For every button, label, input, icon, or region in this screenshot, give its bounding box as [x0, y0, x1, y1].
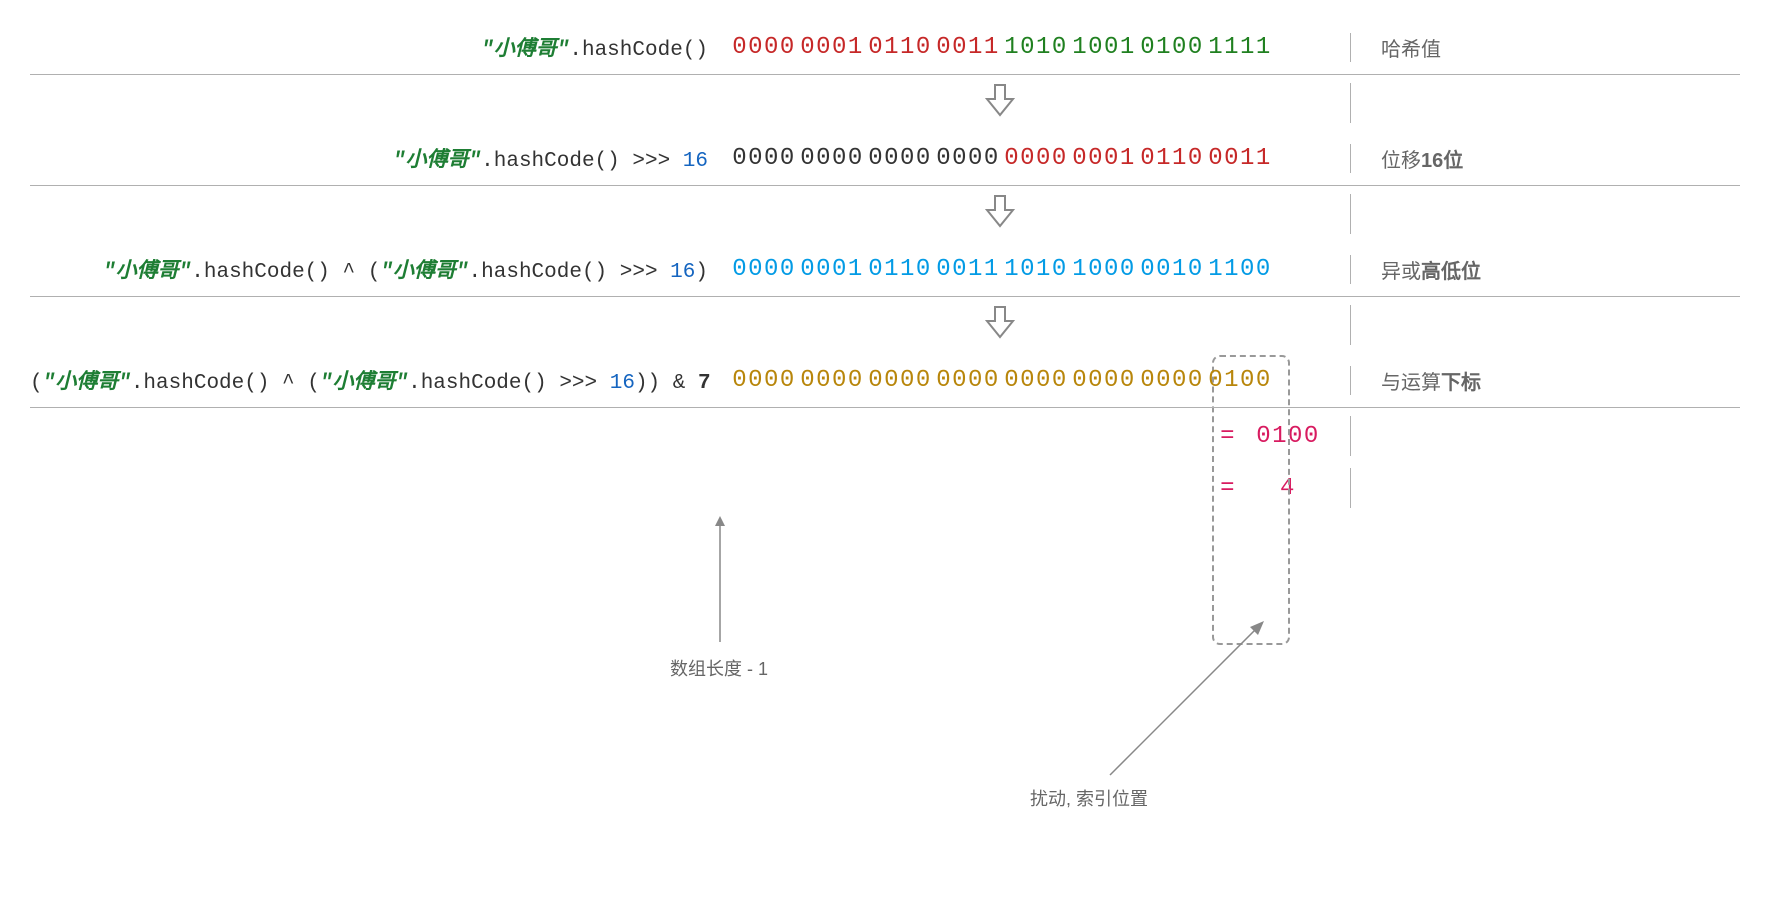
row-and: ("小傅哥".hashCode() ^ ("小傅哥".hashCode() >>…: [30, 353, 1740, 408]
arrow-1: [30, 75, 1740, 131]
bits-hash: 0000 0001 0110 0011 1010 1001 0100 1111: [730, 34, 1350, 61]
arrow-down-icon: [985, 305, 1015, 339]
annot-array-len: 数组长度 - 1: [670, 655, 768, 681]
expr-and: ("小傅哥".hashCode() ^ ("小傅哥".hashCode() >>…: [30, 365, 730, 395]
bits-shift: 0000 0000 0000 0000 0000 0001 0110 0011: [730, 145, 1350, 172]
arrow-down-icon: [985, 194, 1015, 228]
arrow-down-icon: [985, 83, 1015, 117]
arrow-3: [30, 297, 1740, 353]
result-dec: = 4: [30, 460, 1740, 526]
expr-shift: "小傅哥".hashCode() >>> 16: [30, 143, 730, 173]
method-call: .hashCode(): [569, 39, 708, 62]
row-xor: "小傅哥".hashCode() ^ ("小傅哥".hashCode() >>>…: [30, 242, 1740, 297]
arrow-2: [30, 186, 1740, 242]
result-bin: = 0100: [30, 408, 1740, 460]
label-hash: 哈希值: [1350, 33, 1740, 62]
arrow-to-seven: [710, 512, 730, 652]
row-hash: "小傅哥".hashCode() 0000 0001 0110 0011 101…: [30, 20, 1740, 75]
row-shift: "小傅哥".hashCode() >>> 16 0000 0000 0000 0…: [30, 131, 1740, 186]
bits-and: 0000 0000 0000 0000 0000 0000 0000 0100: [730, 367, 1350, 394]
expr-hash: "小傅哥".hashCode(): [30, 32, 730, 62]
bits-xor: 0000 0001 0110 0011 1010 1000 0010 1100: [730, 256, 1350, 283]
label-xor: 异或高低位: [1350, 255, 1740, 284]
hash-diagram: "小傅哥".hashCode() 0000 0001 0110 0011 101…: [30, 20, 1740, 526]
expr-xor: "小傅哥".hashCode() ^ ("小傅哥".hashCode() >>>…: [30, 254, 730, 284]
label-and: 与运算下标: [1350, 366, 1740, 395]
arrow-to-index: [1090, 615, 1270, 785]
string-literal: "小傅哥": [481, 39, 569, 62]
label-shift: 位移16位: [1350, 144, 1740, 173]
annot-perturb: 扰动, 索引位置: [1030, 785, 1148, 811]
